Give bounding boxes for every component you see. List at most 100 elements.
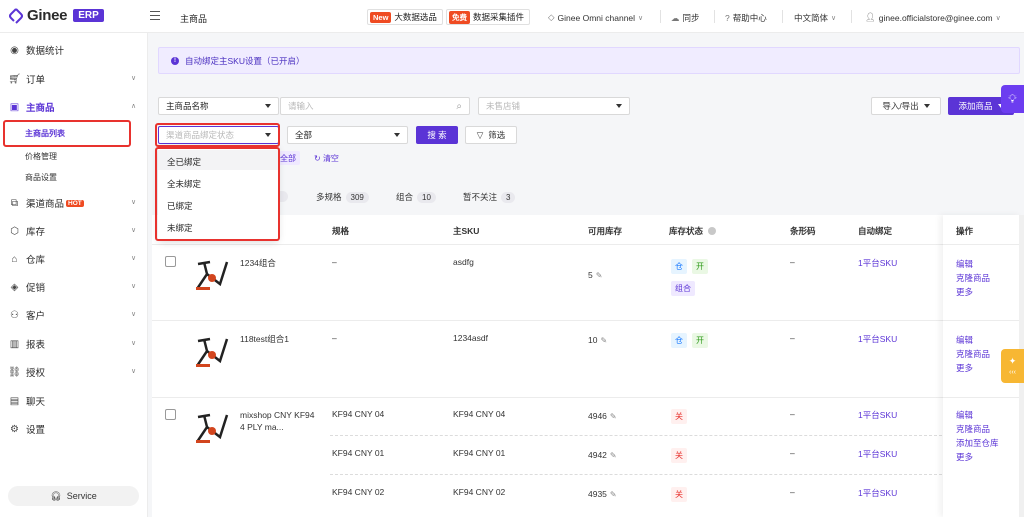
crawler-plugin-promo-button[interactable]: 免费 数据采集插件 [446,9,531,25]
lightbulb-icon[interactable]: 💡︎ [1001,85,1024,113]
all-select[interactable]: 全部 [287,126,408,144]
row-checkbox[interactable] [165,256,176,267]
auto-bind-link[interactable]: 1平台SKU [858,333,897,345]
sidebar-item-warehouse[interactable]: ⌂ 仓库 [9,251,45,267]
menu-toggle-icon[interactable] [150,11,160,20]
clone-product-link[interactable]: 克隆商品 [956,348,990,360]
pencil-icon[interactable]: ✎ [610,412,617,421]
sync-button[interactable]: ☁ 同步 [671,12,700,24]
stock-cell[interactable]: 4935 ✎ [588,489,617,499]
chevron-down-icon: ∨ [131,340,137,347]
sidebar-item-promotions[interactable]: ◈ 促销 [9,279,45,295]
sidebar-subitem-price-management[interactable]: 价格管理 [25,151,57,162]
tab-label: 组合 [396,192,414,202]
filter-button[interactable]: ▽ 筛选 [465,126,517,144]
barcode-cell: – [790,409,795,419]
omni-channel-menu[interactable]: ◇ Ginee Omni channel ∨ [548,12,643,23]
service-button[interactable]: 🎧︎ Service [8,486,139,506]
channel-icon: ⧉ [10,197,19,209]
row-checkbox[interactable] [165,409,176,420]
row-divider [152,320,1021,321]
stock-value: 4935 [588,489,607,499]
more-link[interactable]: 更多 [956,362,973,374]
sidebar-subitem-product-settings[interactable]: 商品设置 [25,172,57,183]
floating-helper-tab[interactable]: ✦ ‹‹‹ [1001,349,1024,383]
col-header-label: 库存状态 [669,226,704,236]
sidebar-item-channel-products[interactable]: ⧉ 渠道商品 HOT [9,195,84,211]
sidebar-item-label: 设置 [26,425,46,436]
auto-bind-link[interactable]: 1平台SKU [858,448,897,460]
product-name[interactable]: mixshop CNY KF94 4 PLY ma... [240,409,320,433]
store-select[interactable]: 未售店铺 [478,97,630,115]
info-icon: ! [171,56,179,65]
stock-value: 5 [588,270,593,280]
stock-cell[interactable]: 4942 ✎ [588,450,617,460]
clear-filters-link[interactable]: ↻ 清空 [314,153,339,164]
headset-icon: 🎧︎ [50,490,62,501]
barcode-cell: – [790,487,795,497]
highlight-box [155,147,280,241]
clone-product-link[interactable]: 克隆商品 [956,272,990,284]
account-menu[interactable]: 👤︎ ginee.officialstore@ginee.com ∨ [865,12,1001,23]
sidebar-item-orders[interactable]: 🛒︎ 订单 [8,71,46,87]
gear-icon: ⚙ [10,423,19,435]
sidebar-item-label: 仓库 [26,255,46,266]
auto-bind-link[interactable]: 1平台SKU [858,487,897,499]
pencil-icon[interactable]: ✎ [596,271,603,280]
sidebar-item-settings[interactable]: ⚙ 设置 [9,421,45,437]
search-field-select[interactable]: 主商品名称 [158,97,279,115]
big-data-promo-label: 大数据选品 [394,12,437,22]
import-export-button[interactable]: 导入/导出 [871,97,941,115]
sidebar-item-customers[interactable]: ⚇ 客户 [9,307,45,323]
stock-value: 4942 [588,450,607,460]
help-center-link[interactable]: ? 帮助中心 [725,12,767,24]
edit-link[interactable]: 编辑 [956,409,973,421]
sidebar-item-label: 订单 [26,75,46,86]
tab-multi-variant[interactable]: 多规格 309 [316,191,369,203]
tab-ignored[interactable]: 暂不关注 3 [463,191,516,203]
pencil-icon[interactable]: ✎ [610,490,617,499]
stock-cell[interactable]: 4946 ✎ [588,411,617,421]
product-thumbnail[interactable] [192,254,232,294]
sidebar-item-dashboard[interactable]: ◉ 数据统计 [9,42,64,58]
sidebar-item-master-products[interactable]: ▣ 主商品 [9,99,55,115]
product-thumbnail[interactable] [192,331,232,371]
sidebar-item-authorization[interactable]: ⛓ 授权 [8,364,45,380]
info-icon[interactable] [708,227,717,235]
add-product-label: 添加商品 [958,101,993,111]
stock-cell[interactable]: 5 ✎ [588,270,602,280]
ginee-logo[interactable]: Ginee ERP [9,7,104,24]
edit-link[interactable]: 编辑 [956,334,973,346]
warehouse-icon: ⌂ [11,253,18,265]
product-name[interactable]: 118test组合1 [240,333,289,345]
filter-label: 筛选 [488,130,506,140]
pencil-icon[interactable]: ✎ [610,451,617,460]
tab-bundle[interactable]: 组合 10 [396,191,436,203]
clone-product-link[interactable]: 克隆商品 [956,423,990,435]
master-sku-cell: asdfg [453,257,474,267]
edit-link[interactable]: 编辑 [956,258,973,270]
row-divider [943,397,1019,398]
stock-cell[interactable]: 10 ✎ [588,335,607,345]
search-input[interactable]: 请输入 ⌕ [280,97,470,115]
product-name[interactable]: 1234组合 [240,257,276,269]
big-data-promo-button[interactable]: New 大数据选品 [367,9,443,25]
search-button[interactable]: 搜 索 [416,126,458,144]
more-link[interactable]: 更多 [956,451,973,463]
auto-bind-link[interactable]: 1平台SKU [858,257,897,269]
top-bar: Ginee ERP 主商品 New 大数据选品 免费 数据采集插件 ◇ Gine… [0,0,1024,33]
barcode-cell: – [790,448,795,458]
pencil-icon[interactable]: ✎ [600,336,607,345]
chevron-down-icon: ∨ [831,15,837,22]
auto-bind-link[interactable]: 1平台SKU [858,409,897,421]
new-tag: New [370,11,392,23]
language-select[interactable]: 中文简体 ∨ [794,12,836,24]
refresh-icon: ↻ [314,154,321,163]
more-link[interactable]: 更多 [956,286,973,298]
sidebar-item-chat[interactable]: ▤ 聊天 [9,393,45,409]
sidebar-item-inventory[interactable]: ⬡ 库存 [9,223,45,239]
add-to-warehouse-link[interactable]: 添加至仓库 [956,437,999,449]
product-thumbnail[interactable] [192,407,232,447]
sidebar-item-reports[interactable]: ▥ 报表 [9,336,45,352]
free-tag: 免费 [449,10,470,24]
